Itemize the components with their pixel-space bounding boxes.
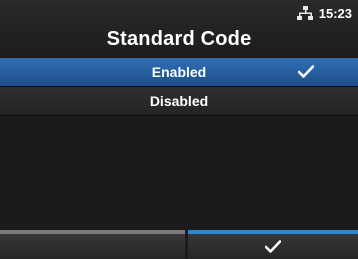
softkey-left[interactable] xyxy=(0,230,185,259)
option-label: Enabled xyxy=(151,64,207,80)
checkmark-icon xyxy=(265,240,281,253)
clock: 15:23 xyxy=(318,5,352,21)
option-list: Enabled Disabled xyxy=(0,58,358,116)
confirm-softkey[interactable] xyxy=(188,230,358,259)
softkey-right-accent xyxy=(188,230,358,234)
softkey-bar xyxy=(0,230,358,259)
network-icon xyxy=(296,6,313,20)
page-title: Standard Code xyxy=(106,28,252,50)
status-bar: 15:23 xyxy=(296,5,352,21)
printer-display: 15:23 Standard Code Enabled Disabled xyxy=(0,0,358,259)
option-enabled[interactable]: Enabled xyxy=(0,58,358,87)
softkey-left-accent xyxy=(0,230,185,234)
option-disabled[interactable]: Disabled xyxy=(0,87,358,116)
header: 15:23 Standard Code xyxy=(0,0,358,58)
option-label: Disabled xyxy=(149,93,209,109)
checkmark-icon xyxy=(298,65,314,78)
